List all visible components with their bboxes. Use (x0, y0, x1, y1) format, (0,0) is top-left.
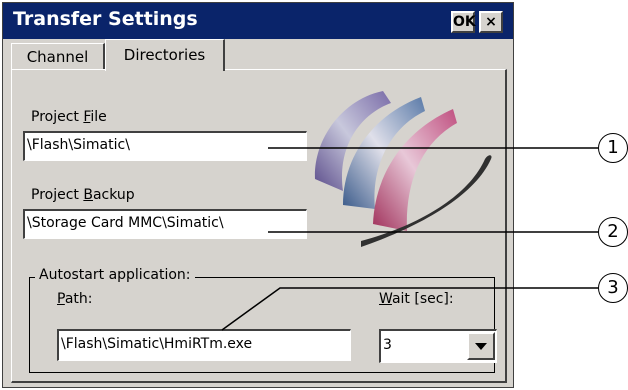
callout-lines (221, 147, 598, 331)
callout-2: 2 (598, 217, 628, 247)
tab-directories[interactable]: Directories (105, 39, 225, 71)
callout-1: 1 (598, 133, 628, 163)
callout-3: 3 (598, 273, 628, 303)
